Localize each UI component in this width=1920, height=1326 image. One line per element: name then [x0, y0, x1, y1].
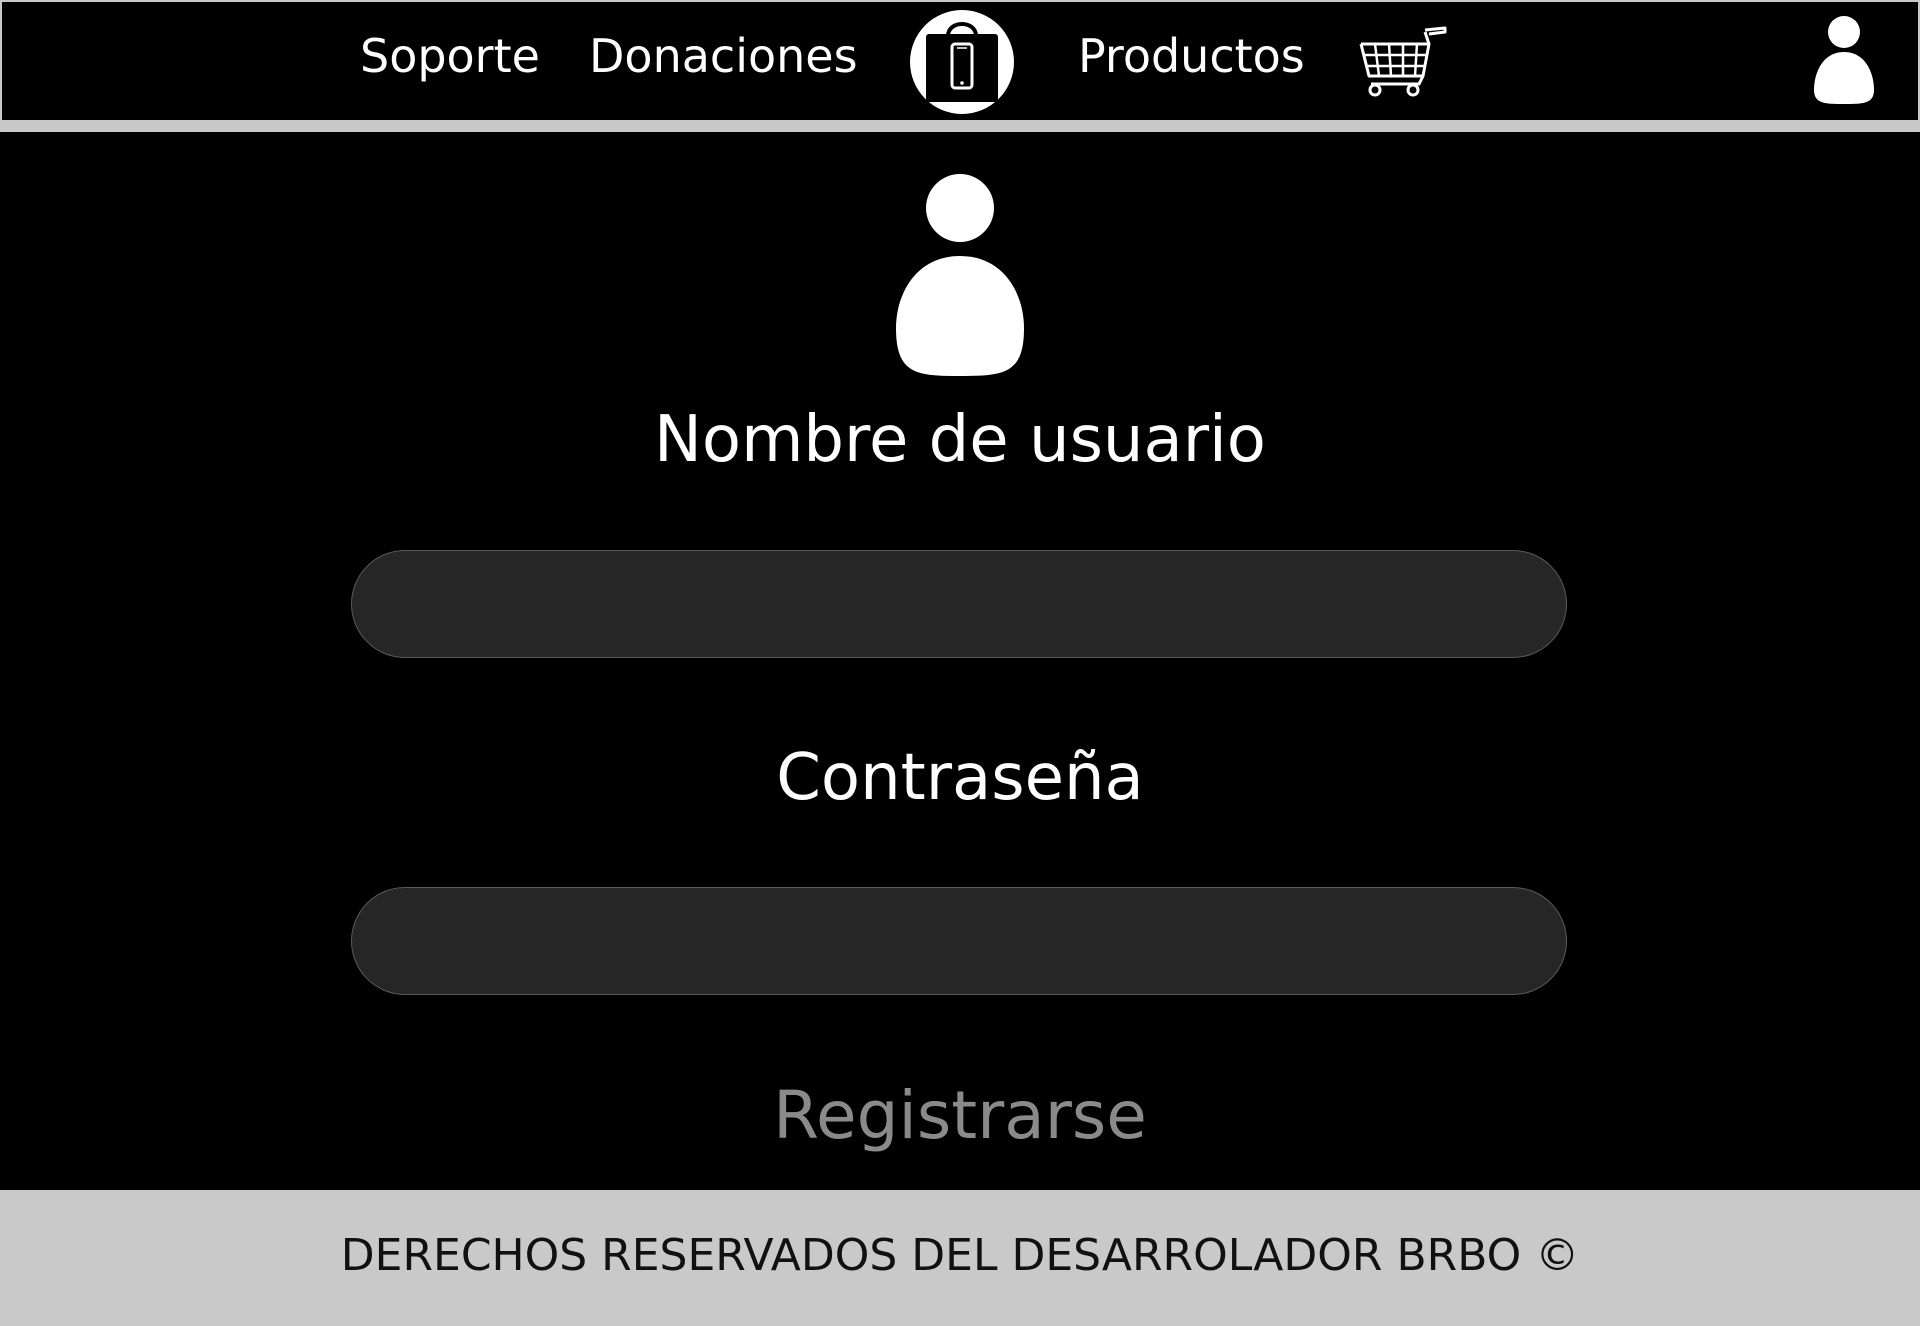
- password-label: Contraseña: [776, 741, 1144, 815]
- username-label: Nombre de usuario: [654, 403, 1266, 477]
- password-input[interactable]: [351, 887, 1567, 995]
- register-link[interactable]: Registrarse: [0, 1074, 1920, 1158]
- shopping-cart-icon[interactable]: [1359, 22, 1449, 98]
- shopping-bag-logo-icon[interactable]: [910, 10, 1014, 114]
- nav-link-donaciones[interactable]: Donaciones: [589, 24, 858, 88]
- page: Soporte Donaciones Productos Nombre de u…: [0, 0, 1920, 1326]
- footer: DERECHOS RESERVADOS DEL DESARROLADOR BRB…: [0, 1190, 1920, 1326]
- nav-link-productos[interactable]: Productos: [1078, 24, 1305, 88]
- user-account-icon[interactable]: [1812, 14, 1876, 106]
- nav-link-soporte[interactable]: Soporte: [360, 24, 540, 88]
- footer-copyright: DERECHOS RESERVADOS DEL DESARROLADOR BRB…: [340, 1230, 1580, 1281]
- username-input[interactable]: [351, 550, 1567, 658]
- user-avatar-icon: [896, 174, 1024, 376]
- navbar-divider: [0, 120, 1920, 132]
- top-navbar: Soporte Donaciones Productos: [0, 0, 1920, 120]
